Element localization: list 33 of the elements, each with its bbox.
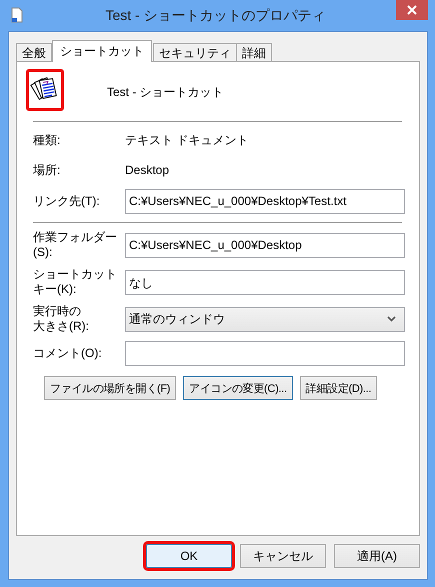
close-button[interactable] [396, 0, 428, 20]
action-button[interactable]: 詳細設定(D)... [300, 376, 378, 400]
field-value: Desktop [125, 163, 170, 177]
field-label: 場所: [33, 162, 62, 178]
input-field[interactable]: C:¥Users¥NEC_u_000¥Desktop [125, 232, 405, 258]
tab[interactable]: ショートカット [52, 40, 152, 62]
field-label: 大きさ(R): [33, 319, 89, 334]
chevron-icon [387, 316, 396, 322]
input-field[interactable] [125, 341, 405, 366]
field-label: 種類: [33, 132, 62, 148]
field-label: ショートカット [33, 267, 117, 282]
field-label: (S): [33, 245, 52, 260]
dropdown[interactable]: 通常のウィンドウ [125, 306, 405, 332]
action-button[interactable]: アイコンの変更(C)... [183, 376, 293, 400]
close-icon [407, 5, 417, 15]
field-label: キー(K): [33, 282, 76, 297]
field-label: リンク先(T): [33, 194, 101, 209]
target-field[interactable]: C:¥Users¥NEC_u_000¥Desktop¥Test.txt [125, 189, 405, 214]
field-label: コメント(O): [33, 346, 102, 361]
field-label: 実行時の [33, 304, 81, 319]
tab[interactable]: セキュリティ [153, 43, 237, 62]
field-value: テキスト ドキュメント [125, 132, 250, 148]
document-icon [11, 6, 23, 22]
tab[interactable]: 全般 [16, 43, 52, 62]
tab[interactable]: 詳細 [236, 43, 272, 62]
action-button[interactable]: ファイルの場所を開く(F) [44, 376, 176, 400]
shortcut-name: Test - ショートカット [107, 84, 224, 100]
dialog-button[interactable]: 適用(A) [334, 544, 420, 568]
input-field[interactable]: なし [125, 270, 405, 294]
dialog-button[interactable]: OK [146, 544, 232, 568]
field-label: 作業フォルダー [33, 230, 117, 245]
window-title: Test - ショートカットのプロパティ [104, 6, 327, 24]
dialog-button[interactable]: キャンセル [240, 544, 326, 568]
